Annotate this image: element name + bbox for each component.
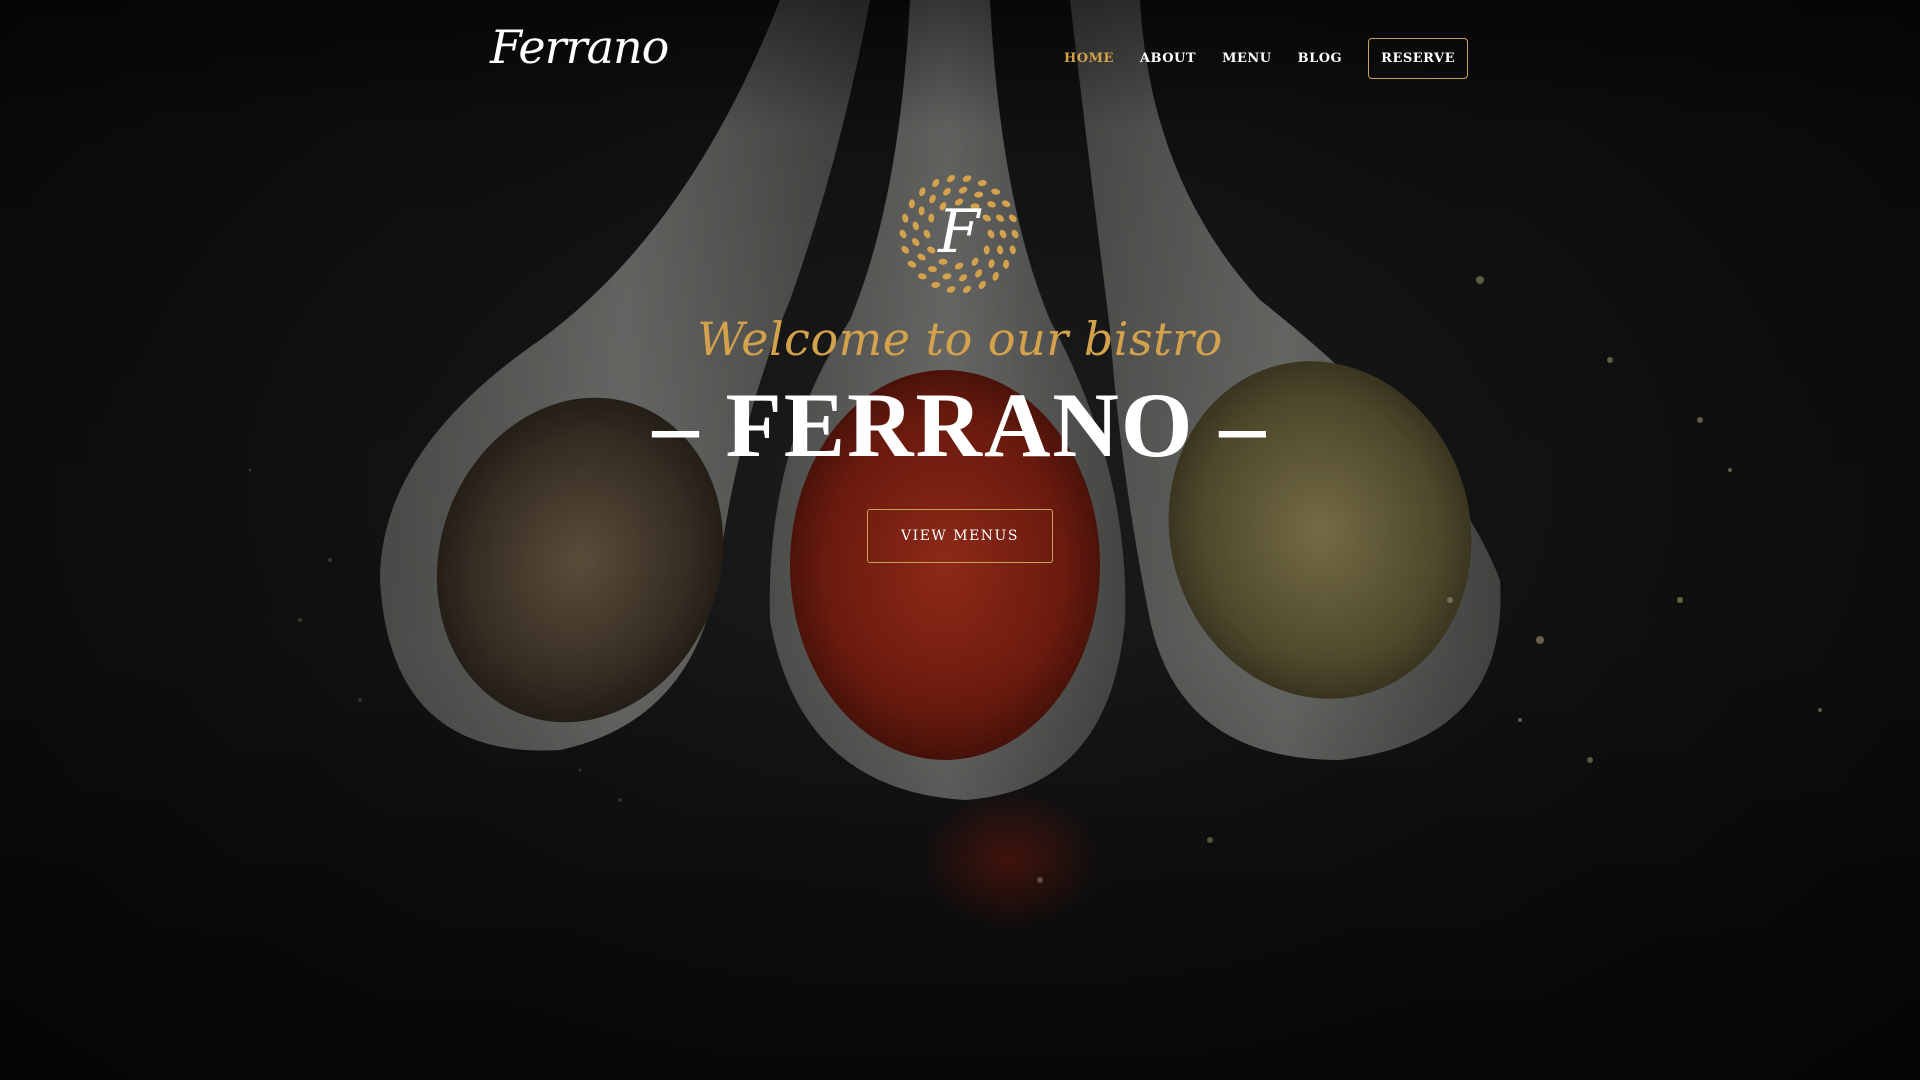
nav-item-blog[interactable]: BLOG bbox=[1298, 51, 1343, 66]
reserve-button[interactable]: RESERVE bbox=[1368, 38, 1469, 79]
main-nav: HOME ABOUT MENU BLOG RESERVE bbox=[1064, 38, 1469, 79]
nav-item-about[interactable]: ABOUT bbox=[1140, 51, 1196, 66]
emblem-letter: F bbox=[937, 197, 982, 267]
nav-item-home[interactable]: HOME bbox=[1064, 51, 1114, 66]
nav-item-menu[interactable]: MENU bbox=[1222, 51, 1272, 66]
site-header: Ferrano HOME ABOUT MENU BLOG RESERVE bbox=[0, 0, 1920, 120]
site-logo[interactable]: Ferrano bbox=[490, 20, 669, 74]
view-menus-button[interactable]: VIEW MENUS bbox=[867, 509, 1053, 563]
hero-section: Ferrano HOME ABOUT MENU BLOG RESERVE F W… bbox=[0, 0, 1920, 1080]
paprika-dust bbox=[920, 790, 1100, 930]
ferrano-emblem-icon: F bbox=[899, 174, 1019, 294]
hero-title: – FERRANO – bbox=[652, 374, 1268, 476]
hero-tagline: Welcome to our bistro bbox=[697, 312, 1223, 366]
